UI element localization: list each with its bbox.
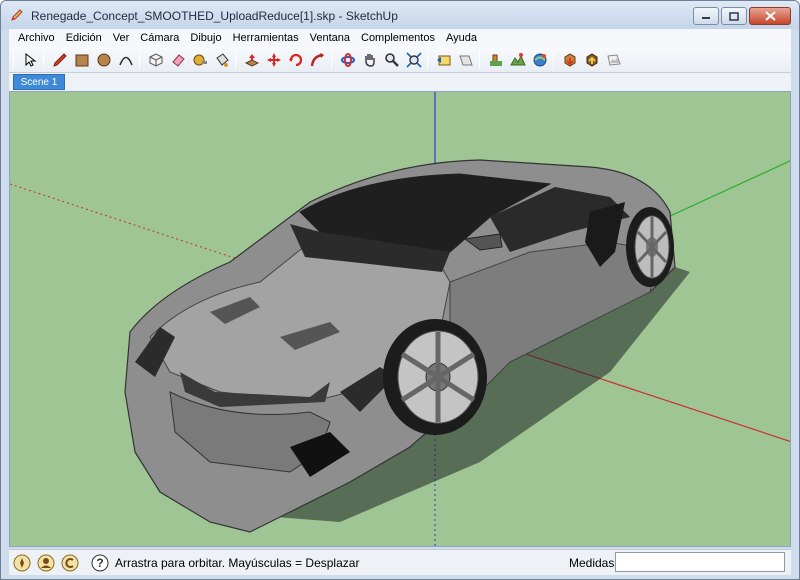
menu-camara[interactable]: Cámara	[135, 32, 185, 44]
rotate-tool-button[interactable]	[285, 50, 306, 70]
menu-complementos[interactable]: Complementos	[356, 32, 441, 44]
paint-bucket-button[interactable]	[211, 50, 232, 70]
minimize-icon	[702, 17, 710, 19]
push-pull-button[interactable]	[241, 50, 262, 70]
follow-me-icon	[310, 53, 324, 67]
zoom-tool-button[interactable]	[381, 50, 402, 70]
help-question-icon[interactable]: ?	[91, 554, 109, 572]
follow-me-button[interactable]	[307, 50, 328, 70]
user-account-icon[interactable]	[61, 554, 79, 572]
modeling-viewport[interactable]	[9, 91, 791, 547]
toolbar-separator	[427, 51, 428, 69]
toolbar-separator	[331, 51, 332, 69]
title-bar[interactable]: Renegade_Concept_SMOOTHED_UploadReduce[1…	[1, 1, 799, 29]
get-models-icon	[533, 53, 546, 67]
pan-tool-button[interactable]	[359, 50, 380, 70]
share-model-icon	[564, 53, 575, 67]
main-toolbar	[9, 47, 791, 73]
rotate-icon	[288, 53, 302, 67]
menu-edicion[interactable]: Edición	[61, 32, 108, 44]
orbit-icon	[340, 53, 355, 67]
toolbar-separator	[553, 51, 554, 69]
3d-scene[interactable]	[10, 92, 791, 547]
orbit-tool-button[interactable]	[337, 50, 358, 70]
menu-ventana[interactable]: Ventana	[305, 32, 356, 44]
eraser-tool-button[interactable]	[167, 50, 188, 70]
tape-measure-button[interactable]	[189, 50, 210, 70]
status-bar: ? Arrastra para orbitar. Mayúsculas = De…	[9, 549, 791, 575]
scene-tab[interactable]: Scene 1	[13, 74, 65, 90]
make-component-icon	[149, 53, 162, 67]
close-icon	[764, 11, 776, 21]
add-location-icon	[489, 54, 502, 66]
add-location-button[interactable]	[485, 50, 506, 70]
paint-bucket-icon	[215, 53, 229, 67]
toolbar-separator	[13, 51, 14, 69]
measurements-label: Medidas	[569, 556, 615, 570]
pencil-line-icon	[52, 53, 67, 67]
share-component-icon	[586, 53, 597, 67]
zoom-extents-button[interactable]	[403, 50, 424, 70]
next-view-button[interactable]	[455, 50, 476, 70]
toolbar-separator	[235, 51, 236, 69]
move-icon	[266, 53, 281, 67]
menu-herramientas[interactable]: Herramientas	[228, 32, 305, 44]
status-hint: Arrastra para orbitar. Mayúsculas = Desp…	[115, 556, 360, 570]
svg-text:?: ?	[96, 556, 103, 570]
arc-tool-button[interactable]	[115, 50, 136, 70]
window-title: Renegade_Concept_SMOOTHED_UploadReduce[1…	[31, 9, 398, 23]
toolbar-separator	[43, 51, 44, 69]
get-models-button[interactable]	[529, 50, 550, 70]
menu-ayuda[interactable]: Ayuda	[441, 32, 483, 44]
line-tool-button[interactable]	[49, 50, 70, 70]
menu-bar: Archivo Edición Ver Cámara Dibujo Herram…	[9, 29, 791, 47]
select-tool-button[interactable]	[19, 50, 40, 70]
select-arrow-icon	[25, 52, 36, 67]
previous-view-button[interactable]	[433, 50, 454, 70]
measurements-input[interactable]	[615, 552, 785, 572]
photo-textures-button[interactable]	[603, 50, 624, 70]
share-component-button[interactable]	[581, 50, 602, 70]
rectangle-icon	[75, 54, 88, 67]
rectangle-tool-button[interactable]	[71, 50, 92, 70]
make-component-button[interactable]	[145, 50, 166, 70]
geo-location-icon[interactable]	[13, 554, 31, 572]
car-front-wheel	[383, 319, 487, 435]
zoom-icon	[384, 53, 399, 67]
menu-archivo[interactable]: Archivo	[13, 32, 61, 44]
next-view-icon	[458, 55, 473, 66]
share-model-button[interactable]	[559, 50, 580, 70]
push-pull-icon	[244, 54, 259, 67]
scenes-bar: Scene 1	[9, 73, 791, 91]
toolbar-separator	[139, 51, 140, 69]
eraser-icon	[171, 54, 185, 67]
circle-tool-button[interactable]	[93, 50, 114, 70]
menu-ver[interactable]: Ver	[108, 32, 136, 44]
sketchup-pencil-icon	[11, 9, 23, 21]
tape-measure-icon	[193, 54, 207, 66]
toolbar-separator	[479, 51, 480, 69]
close-button[interactable]	[749, 7, 791, 25]
menu-dibujo[interactable]: Dibujo	[185, 32, 227, 44]
credits-icon[interactable]	[37, 554, 55, 572]
zoom-extents-icon	[405, 52, 422, 68]
photo-textures-icon	[606, 54, 621, 66]
toggle-terrain-button[interactable]	[507, 50, 528, 70]
toggle-terrain-icon	[509, 53, 526, 66]
pan-hand-icon	[364, 54, 375, 67]
car-rear-wheel	[626, 207, 674, 287]
arc-icon	[118, 56, 133, 66]
maximize-button[interactable]	[721, 7, 747, 25]
circle-icon	[97, 53, 110, 67]
maximize-icon	[729, 11, 739, 21]
previous-view-icon	[436, 55, 450, 66]
minimize-button[interactable]	[693, 7, 719, 25]
sketchup-window: Renegade_Concept_SMOOTHED_UploadReduce[1…	[0, 0, 800, 580]
move-tool-button[interactable]	[263, 50, 284, 70]
